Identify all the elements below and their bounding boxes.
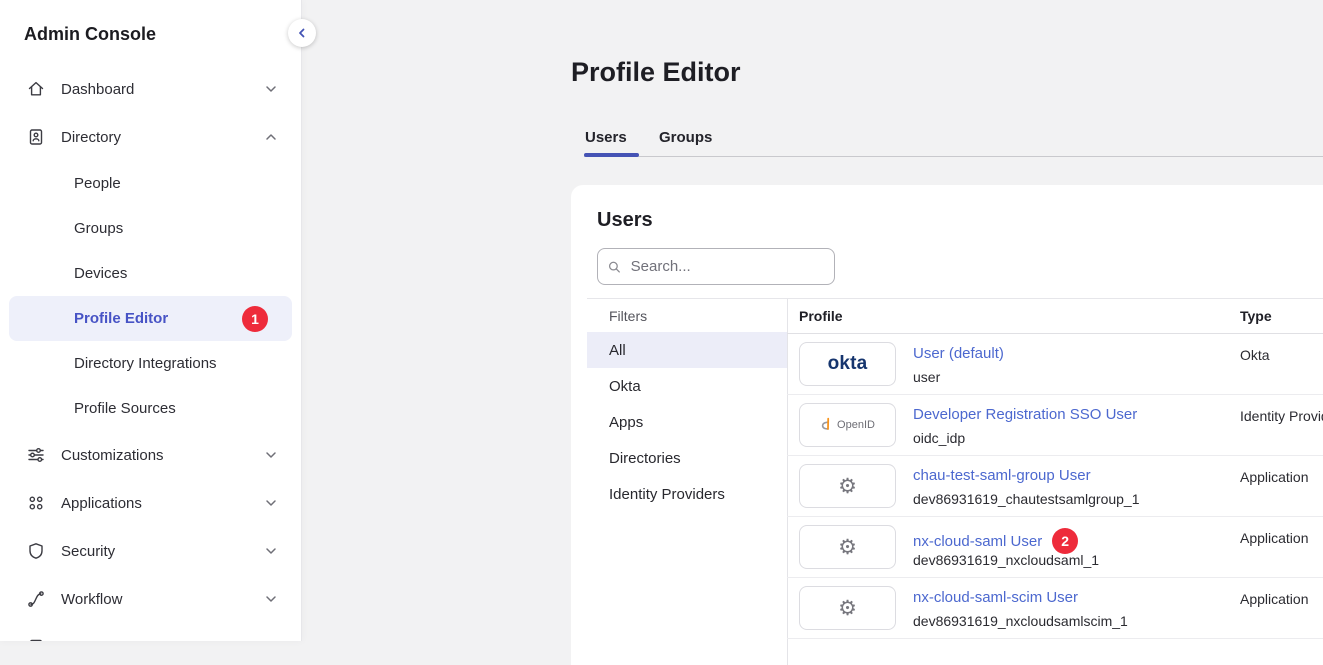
- profile-shortname: user: [913, 369, 940, 385]
- filter-option-apps[interactable]: Apps: [587, 404, 787, 440]
- sidebar-item-label: Profile Editor: [74, 310, 168, 327]
- profile-shortname: dev86931619_chautestsamlgroup_1: [913, 491, 1140, 507]
- sidebar-item-profile-sources[interactable]: Profile Sources: [0, 386, 301, 431]
- okta-logo: okta: [799, 342, 896, 386]
- main-content: Profile Editor Users Groups Users Filter…: [302, 0, 1323, 641]
- sidebar-item-label: Security: [61, 543, 115, 560]
- profiles-table: Profile Type okta User (default) user Ok…: [787, 299, 1323, 639]
- sidebar-item-customizations[interactable]: Customizations: [0, 431, 301, 479]
- column-header-profile: Profile: [799, 308, 843, 324]
- table-row: OpenID Developer Registration SSO User o…: [787, 395, 1323, 456]
- table-row: ⚙ nx-cloud-saml-scim User dev86931619_nx…: [787, 578, 1323, 639]
- chevron-down-icon: [265, 497, 277, 509]
- directory-icon: [26, 127, 46, 147]
- profile-shortname: dev86931619_nxcloudsaml_1: [913, 552, 1099, 568]
- sidebar-item-label: Groups: [74, 220, 123, 237]
- tab-users[interactable]: Users: [585, 129, 627, 146]
- sidebar-item-groups[interactable]: Groups: [0, 206, 301, 251]
- profile-link[interactable]: User (default): [913, 345, 1004, 362]
- app-title: Admin Console: [0, 0, 301, 65]
- sidebar-item-label: Directory Integrations: [74, 355, 217, 372]
- sidebar-item-directory-integrations[interactable]: Directory Integrations: [0, 341, 301, 386]
- app-logo-box: ⚙: [799, 525, 896, 569]
- column-header-type: Type: [1240, 308, 1272, 324]
- sidebar-item-label: Directory: [61, 129, 121, 146]
- annotation-badge-1: 1: [242, 306, 268, 332]
- apps-grid-icon: [26, 493, 46, 513]
- openid-glyph-icon: [820, 417, 833, 433]
- sidebar-collapse-button[interactable]: [288, 19, 316, 47]
- shield-icon: [26, 541, 46, 561]
- profile-link[interactable]: nx-cloud-saml User: [913, 533, 1042, 550]
- chevron-left-icon: [296, 27, 308, 39]
- sidebar-item-workflow[interactable]: Workflow: [0, 575, 301, 623]
- app-logo-box: ⚙: [799, 586, 896, 630]
- home-icon: [26, 79, 46, 99]
- sidebar-item-security[interactable]: Security: [0, 527, 301, 575]
- sidebar-item-directory[interactable]: Directory: [0, 113, 301, 161]
- table-row: ⚙ nx-cloud-saml User 2 dev86931619_nxclo…: [787, 517, 1323, 578]
- sliders-icon: [26, 445, 46, 465]
- type-cell: Application: [1240, 530, 1309, 546]
- chevron-down-icon: [265, 545, 277, 557]
- sidebar-item-label: Devices: [74, 265, 127, 282]
- sidebar-item-devices[interactable]: Devices: [0, 251, 301, 296]
- sidebar-item-profile-editor[interactable]: Profile Editor 1: [9, 296, 292, 341]
- tab-groups[interactable]: Groups: [659, 129, 712, 146]
- annotation-badge-2: 2: [1052, 528, 1078, 554]
- reports-icon: [26, 637, 46, 641]
- sidebar-item-label: Dashboard: [61, 81, 134, 98]
- gear-icon: ⚙: [838, 476, 857, 497]
- table-header: Profile Type: [787, 299, 1323, 334]
- workflow-icon: [26, 589, 46, 609]
- profile-link[interactable]: chau-test-saml-group User: [913, 467, 1091, 484]
- sidebar-item-label: Applications: [61, 495, 142, 512]
- openid-logo: OpenID: [799, 403, 896, 447]
- sidebar-item-label: Customizations: [61, 447, 164, 464]
- gear-icon: ⚙: [838, 537, 857, 558]
- type-cell: Application: [1240, 591, 1309, 607]
- chevron-up-icon: [265, 131, 277, 143]
- type-cell: Identity Provider: [1240, 408, 1323, 424]
- sidebar-item-label: People: [74, 175, 121, 192]
- chevron-down-icon: [265, 449, 277, 461]
- app-logo-box: ⚙: [799, 464, 896, 508]
- page-title: Profile Editor: [571, 57, 741, 88]
- type-cell: Okta: [1240, 347, 1270, 363]
- profile-shortname: dev86931619_nxcloudsamlscim_1: [913, 613, 1128, 629]
- profile-link[interactable]: Developer Registration SSO User: [913, 406, 1137, 423]
- profile-link-group: nx-cloud-saml User 2: [913, 528, 1078, 554]
- filter-option-directories[interactable]: Directories: [587, 440, 787, 476]
- filter-option-all[interactable]: All: [587, 332, 787, 368]
- sidebar-item-partial[interactable]: [0, 623, 301, 641]
- search-input[interactable]: [629, 257, 824, 276]
- tab-divider: [584, 156, 1323, 157]
- table-row: ⚙ chau-test-saml-group User dev86931619_…: [787, 456, 1323, 517]
- sidebar: Admin Console Dashboard Directory People…: [0, 0, 302, 641]
- filters-panel: Filters All Okta Apps Directories Identi…: [587, 299, 787, 512]
- users-panel: Users Filters All Okta Apps Directories …: [571, 185, 1323, 665]
- table-row: okta User (default) user Okta: [787, 334, 1323, 395]
- sidebar-item-dashboard[interactable]: Dashboard: [0, 65, 301, 113]
- filter-option-identity-providers[interactable]: Identity Providers: [587, 476, 787, 512]
- gear-icon: ⚙: [838, 598, 857, 619]
- panel-heading: Users: [597, 209, 653, 232]
- chevron-down-icon: [265, 83, 277, 95]
- profile-link[interactable]: nx-cloud-saml-scim User: [913, 589, 1078, 606]
- filters-label: Filters: [587, 299, 787, 332]
- filter-option-okta[interactable]: Okta: [587, 368, 787, 404]
- sidebar-item-label: Profile Sources: [74, 400, 176, 417]
- active-tab-underline: [584, 153, 639, 157]
- search-icon: [608, 260, 621, 274]
- chevron-down-icon: [265, 593, 277, 605]
- sidebar-item-applications[interactable]: Applications: [0, 479, 301, 527]
- profile-shortname: oidc_idp: [913, 430, 965, 446]
- sidebar-item-label: Workflow: [61, 591, 122, 608]
- sidebar-item-people[interactable]: People: [0, 161, 301, 206]
- type-cell: Application: [1240, 469, 1309, 485]
- search-box[interactable]: [597, 248, 835, 285]
